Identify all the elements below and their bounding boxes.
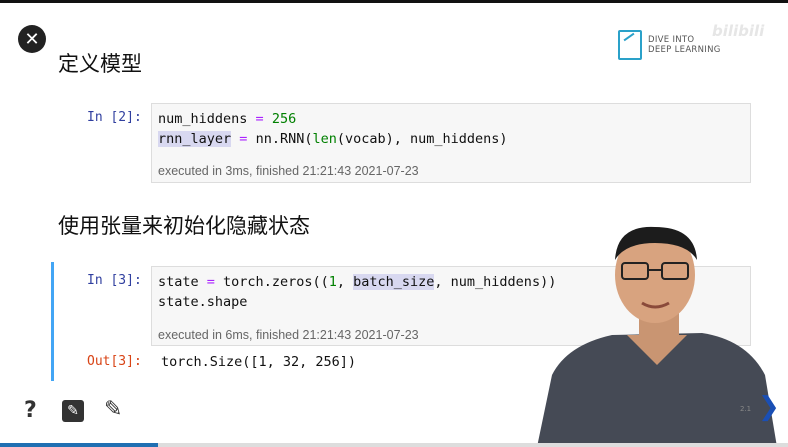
cell-2-line-1: num_hiddens = 256 [158,111,297,127]
cell-2-line-2: rnn_layer = nn.RNN(len(vocab), num_hidde… [158,131,508,147]
question-icon[interactable]: ? [24,398,37,423]
top-bar [0,0,788,3]
cell-3-line-2: state.shape [158,294,248,310]
cell-3-out-prompt: Out[3]: [87,354,142,369]
chevron-right-icon[interactable]: ❯ [758,392,780,422]
close-icon[interactable]: ✕ [18,25,46,53]
slide-number: 2.1 [740,405,752,413]
selected-cell-indicator [51,262,54,381]
cell-3-line-1: state = torch.zeros((1, batch_size, num_… [158,274,557,290]
d2l-logo: DIVE INTO DEEP LEARNING [618,30,721,60]
progress-fill [0,443,158,447]
cell-3-prompt: In [3]: [87,273,142,288]
pencil-icon[interactable]: ✎ [104,397,122,422]
bilibili-watermark: bilibili [712,22,765,40]
cell-3-execution-info: executed in 6ms, finished 21:21:43 2021-… [158,328,419,342]
cell-2-prompt: In [2]: [87,110,142,125]
logo-line-2: DEEP LEARNING [648,45,721,55]
cell-2-execution-info: executed in 3ms, finished 21:21:43 2021-… [158,164,419,178]
section-heading-define-model: 定义模型 [58,52,142,76]
progress-bar [0,443,788,447]
logo-text: DIVE INTO DEEP LEARNING [648,35,721,55]
section-heading-init-state: 使用张量来初始化隐藏状态 [58,214,310,238]
cell-3-output: torch.Size([1, 32, 256]) [161,354,357,370]
logo-line-1: DIVE INTO [648,35,695,45]
book-icon [618,30,642,60]
edit-icon[interactable]: ✎ [62,400,84,422]
